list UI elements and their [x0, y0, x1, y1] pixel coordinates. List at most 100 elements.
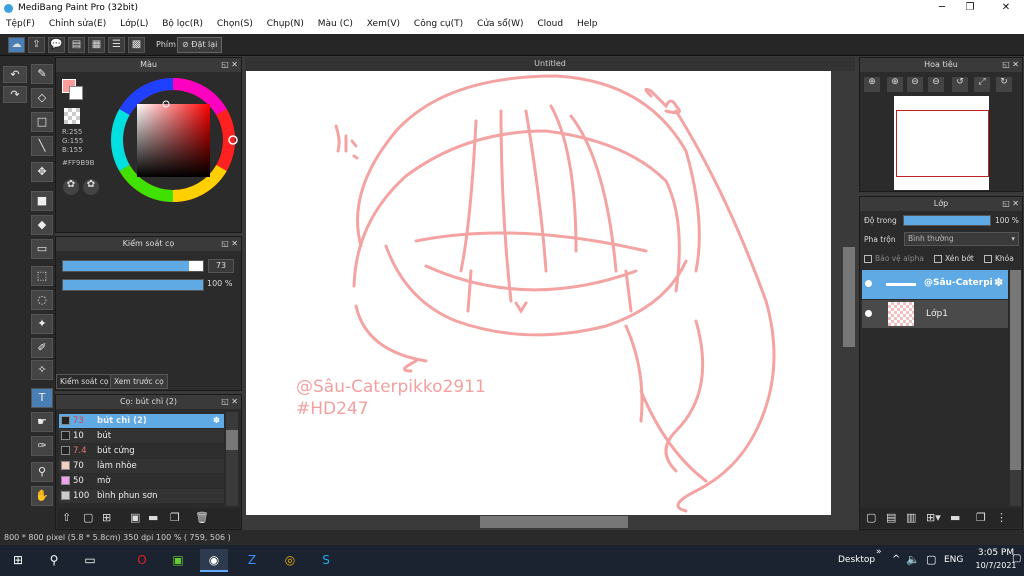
drawing-canvas[interactable]: @Sâu-Caterpikko2911 #HD247 — [246, 71, 831, 515]
palette-add-icon[interactable]: ✿ — [83, 179, 99, 195]
desktop-toolbar[interactable]: Desktop — [838, 555, 875, 565]
duplicate-layer-icon[interactable]: ❐ — [976, 511, 986, 524]
skype-icon[interactable]: S — [312, 549, 340, 572]
lock-checkbox[interactable]: Khóa — [984, 254, 1014, 263]
menu-tools[interactable]: Công cụ(T) — [408, 17, 468, 29]
zoom-out-alt-icon[interactable]: ⊖ — [928, 77, 944, 92]
new-brush-icon[interactable]: ▢ — [83, 511, 93, 524]
notification-icon[interactable]: ▢ — [1012, 553, 1021, 564]
brush-list-item[interactable]: 70 làm nhòe — [59, 459, 224, 473]
reset-button[interactable]: ⊘ Đặt lại — [177, 37, 223, 53]
opera-icon[interactable]: O — [128, 549, 156, 572]
brush-size-value[interactable]: 73 — [208, 259, 234, 273]
rectangle-tool-icon[interactable]: □ — [31, 112, 53, 132]
windows-start-icon[interactable]: ⊞ — [4, 549, 32, 572]
menu-filter[interactable]: Bộ lọc(R) — [156, 17, 208, 29]
canvas-h-thumb[interactable] — [480, 516, 628, 528]
menu-view[interactable]: Xem(V) — [361, 17, 405, 29]
clip-checkbox[interactable]: Xén bớt — [934, 254, 974, 263]
panel-close-icon[interactable]: ◱ ✕ — [1002, 58, 1019, 72]
page-icon[interactable]: ▦ — [88, 37, 105, 53]
game-icon[interactable]: ▣ — [164, 549, 192, 572]
panel-close-icon[interactable]: ◱ ✕ — [221, 395, 238, 409]
fill-rect-tool-icon[interactable]: ■ — [31, 191, 53, 211]
tab-brush-control[interactable]: Kiểm soát cọ — [56, 374, 113, 389]
layer-menu-icon[interactable]: ⋮ — [996, 511, 1007, 524]
menu-color[interactable]: Màu (C) — [312, 17, 358, 29]
gear-icon[interactable]: ✽ — [994, 276, 1003, 289]
panel-close-icon[interactable]: ◱ ✕ — [221, 58, 238, 72]
add-layer-menu-icon[interactable]: ⊞▾ — [926, 511, 941, 524]
new-layer-icon[interactable]: ▢ — [866, 511, 876, 524]
folder-icon[interactable]: ▬ — [950, 511, 960, 524]
eyedropper-icon[interactable]: ✑ — [31, 436, 53, 456]
canvas-horizontal-scrollbar[interactable] — [246, 516, 843, 528]
folder-icon[interactable]: ▬ — [148, 511, 158, 524]
menu-edit[interactable]: Chỉnh sửa(E) — [43, 17, 111, 29]
brush-opacity-slider[interactable] — [62, 279, 204, 291]
gear-icon[interactable]: ✽ — [213, 414, 220, 428]
gradient-tool-icon[interactable]: ▭ — [31, 239, 53, 259]
panel-close-icon[interactable]: ◱ ✕ — [221, 237, 238, 251]
select-rect-icon[interactable]: ⬚ — [31, 266, 53, 286]
close-button[interactable]: ✕ — [996, 2, 1016, 13]
task-view-icon[interactable]: ▭ — [76, 549, 104, 572]
menu-cloud[interactable]: Cloud — [531, 17, 568, 29]
add-brush-icon[interactable]: ⊞ — [102, 511, 111, 524]
brush-list-item[interactable]: 50 mờ — [59, 474, 224, 488]
brush-list-scrollbar[interactable] — [226, 412, 238, 506]
line-tool-icon[interactable]: ╲ — [31, 136, 53, 156]
layer-row[interactable]: @Sâu-Caterpi ✽ — [862, 270, 1008, 299]
undo-icon[interactable]: ↶ — [3, 66, 27, 83]
color-wheel[interactable] — [106, 73, 240, 207]
layer-row[interactable]: Lớp1 — [862, 300, 1008, 328]
blend-mode-select[interactable]: Bình thường ▾ — [904, 232, 1019, 246]
transparent-swatch[interactable] — [64, 108, 80, 124]
duplicate-icon[interactable]: ❐ — [170, 511, 180, 524]
cloud-icon[interactable]: ☁ — [8, 37, 25, 53]
scroll-thumb[interactable] — [226, 430, 238, 450]
operation-tool-icon[interactable]: ☛ — [31, 412, 53, 432]
brush-list-item[interactable]: 73 bút chì (2) ✽ — [59, 414, 224, 428]
trash-icon[interactable]: 🗑 — [195, 511, 209, 524]
medibang-icon[interactable]: ◉ — [200, 549, 228, 572]
lasso-tool-icon[interactable]: ◌ — [31, 290, 53, 310]
document-tab[interactable]: Untitled — [245, 57, 855, 71]
panel-close-icon[interactable]: ◱ ✕ — [1002, 197, 1019, 211]
text-tool-icon[interactable]: T — [31, 388, 53, 408]
hand-tool-icon[interactable]: ✋ — [31, 486, 53, 506]
grid-icon[interactable]: ▩ — [128, 37, 145, 53]
search-icon[interactable]: ⚲ — [40, 549, 68, 572]
fit-icon[interactable]: ⤢ — [974, 77, 990, 92]
brush-size-slider[interactable] — [62, 260, 204, 272]
new-8bit-layer-icon[interactable]: ▥ — [906, 511, 916, 524]
layer-scrollbar[interactable] — [1010, 270, 1021, 506]
background-color-swatch[interactable] — [69, 86, 83, 100]
select-pen-icon[interactable]: ✐ — [31, 338, 53, 358]
new-halftone-layer-icon[interactable]: ▤ — [886, 511, 896, 524]
move-tool-icon[interactable]: ✥ — [31, 162, 53, 182]
share-icon[interactable]: ⇪ — [28, 37, 45, 53]
clock-time[interactable]: 3:05 PM — [976, 548, 1016, 558]
navigator-viewport[interactable] — [896, 110, 989, 177]
minimize-button[interactable]: ─ — [932, 2, 952, 13]
zoom-in-icon[interactable]: ⊕ — [864, 77, 880, 92]
zoom-out-icon[interactable]: ⊖ — [907, 77, 923, 92]
visibility-icon[interactable] — [865, 310, 872, 317]
zoom-in-alt-icon[interactable]: ⊕ — [887, 77, 903, 92]
chevron-right-icon[interactable]: » — [876, 547, 882, 557]
menu-file[interactable]: Tệp(F) — [0, 17, 40, 29]
message-icon[interactable]: ▤ — [68, 37, 85, 53]
protect-alpha-checkbox[interactable]: Bảo vệ alpha — [864, 254, 924, 263]
navigator-thumbnail[interactable] — [894, 96, 989, 190]
tray-expand-icon[interactable]: ^ — [892, 554, 900, 565]
menu-capture[interactable]: Chụp(N) — [261, 17, 309, 29]
network-icon[interactable]: ▢ — [926, 553, 936, 566]
palette-icon[interactable]: ✿ — [63, 179, 79, 195]
redo-icon[interactable]: ↷ — [3, 86, 27, 103]
layer-opacity-slider[interactable] — [903, 215, 991, 226]
maximize-button[interactable]: ❐ — [960, 2, 980, 13]
visibility-icon[interactable] — [865, 280, 872, 287]
list-icon[interactable]: ☰ — [108, 37, 125, 53]
speaker-icon[interactable]: 🔈 — [906, 553, 920, 566]
